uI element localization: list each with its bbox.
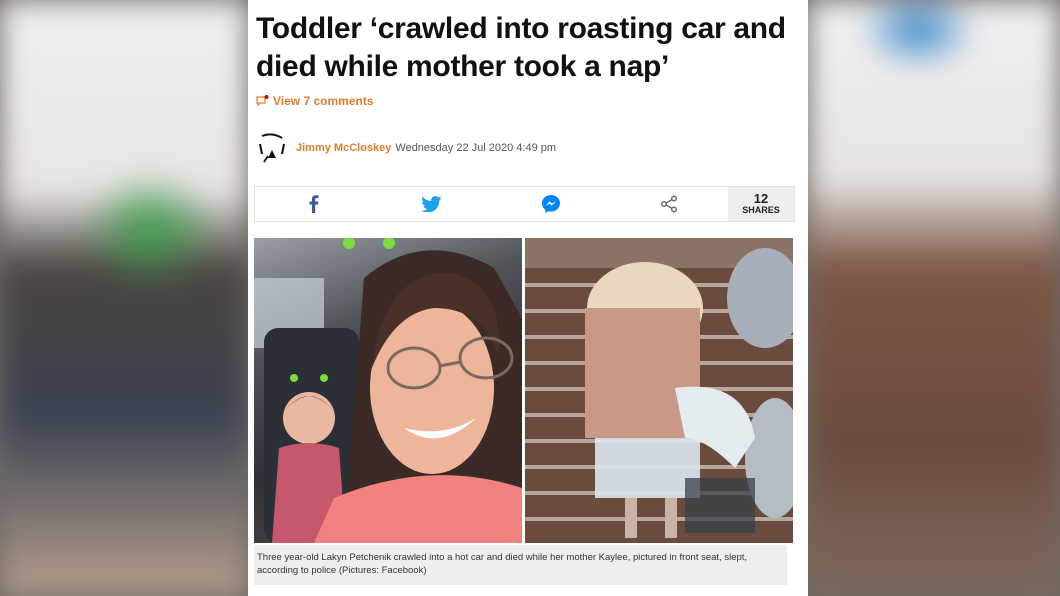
byline: Jimmy McCloskey Wednesday 22 Jul 2020 4:… bbox=[254, 130, 556, 166]
share-generic-button[interactable] bbox=[610, 187, 728, 221]
share-messenger-button[interactable] bbox=[492, 187, 610, 221]
view-comments-label: View 7 comments bbox=[273, 94, 374, 108]
article-photo bbox=[254, 238, 793, 543]
toddler-illustration bbox=[525, 238, 793, 538]
share-facebook-button[interactable] bbox=[255, 187, 373, 221]
twitter-icon bbox=[422, 196, 442, 212]
facebook-icon bbox=[309, 195, 319, 213]
share-count-label: SHARES bbox=[742, 205, 780, 215]
share-twitter-button[interactable] bbox=[373, 187, 491, 221]
photo-caption: Three year-old Lakyn Petchenik crawled i… bbox=[254, 545, 787, 585]
view-comments-link[interactable]: View 7 comments bbox=[256, 94, 374, 108]
share-icon bbox=[660, 195, 677, 213]
share-count-number: 12 bbox=[753, 191, 769, 206]
publish-date: Wednesday 22 Jul 2020 4:49 pm bbox=[395, 142, 557, 154]
article-card: Toddler ‘crawled into roasting car and d… bbox=[248, 0, 808, 596]
blurred-backdrop-left bbox=[0, 0, 248, 596]
selfie-illustration bbox=[254, 238, 522, 543]
comment-icon bbox=[256, 95, 269, 107]
messenger-icon bbox=[541, 195, 560, 213]
article-headline: Toddler ‘crawled into roasting car and d… bbox=[256, 12, 786, 83]
photo-selfie bbox=[254, 238, 522, 543]
share-bar: 12 SHARES bbox=[254, 186, 795, 222]
author-link[interactable]: Jimmy McCloskey bbox=[296, 142, 391, 154]
author-avatar[interactable] bbox=[254, 130, 290, 166]
share-count: 12 SHARES bbox=[728, 187, 794, 221]
photo-toddler bbox=[525, 238, 793, 543]
avatar-sketch-icon bbox=[259, 133, 285, 163]
blurred-backdrop-right bbox=[808, 0, 1060, 596]
